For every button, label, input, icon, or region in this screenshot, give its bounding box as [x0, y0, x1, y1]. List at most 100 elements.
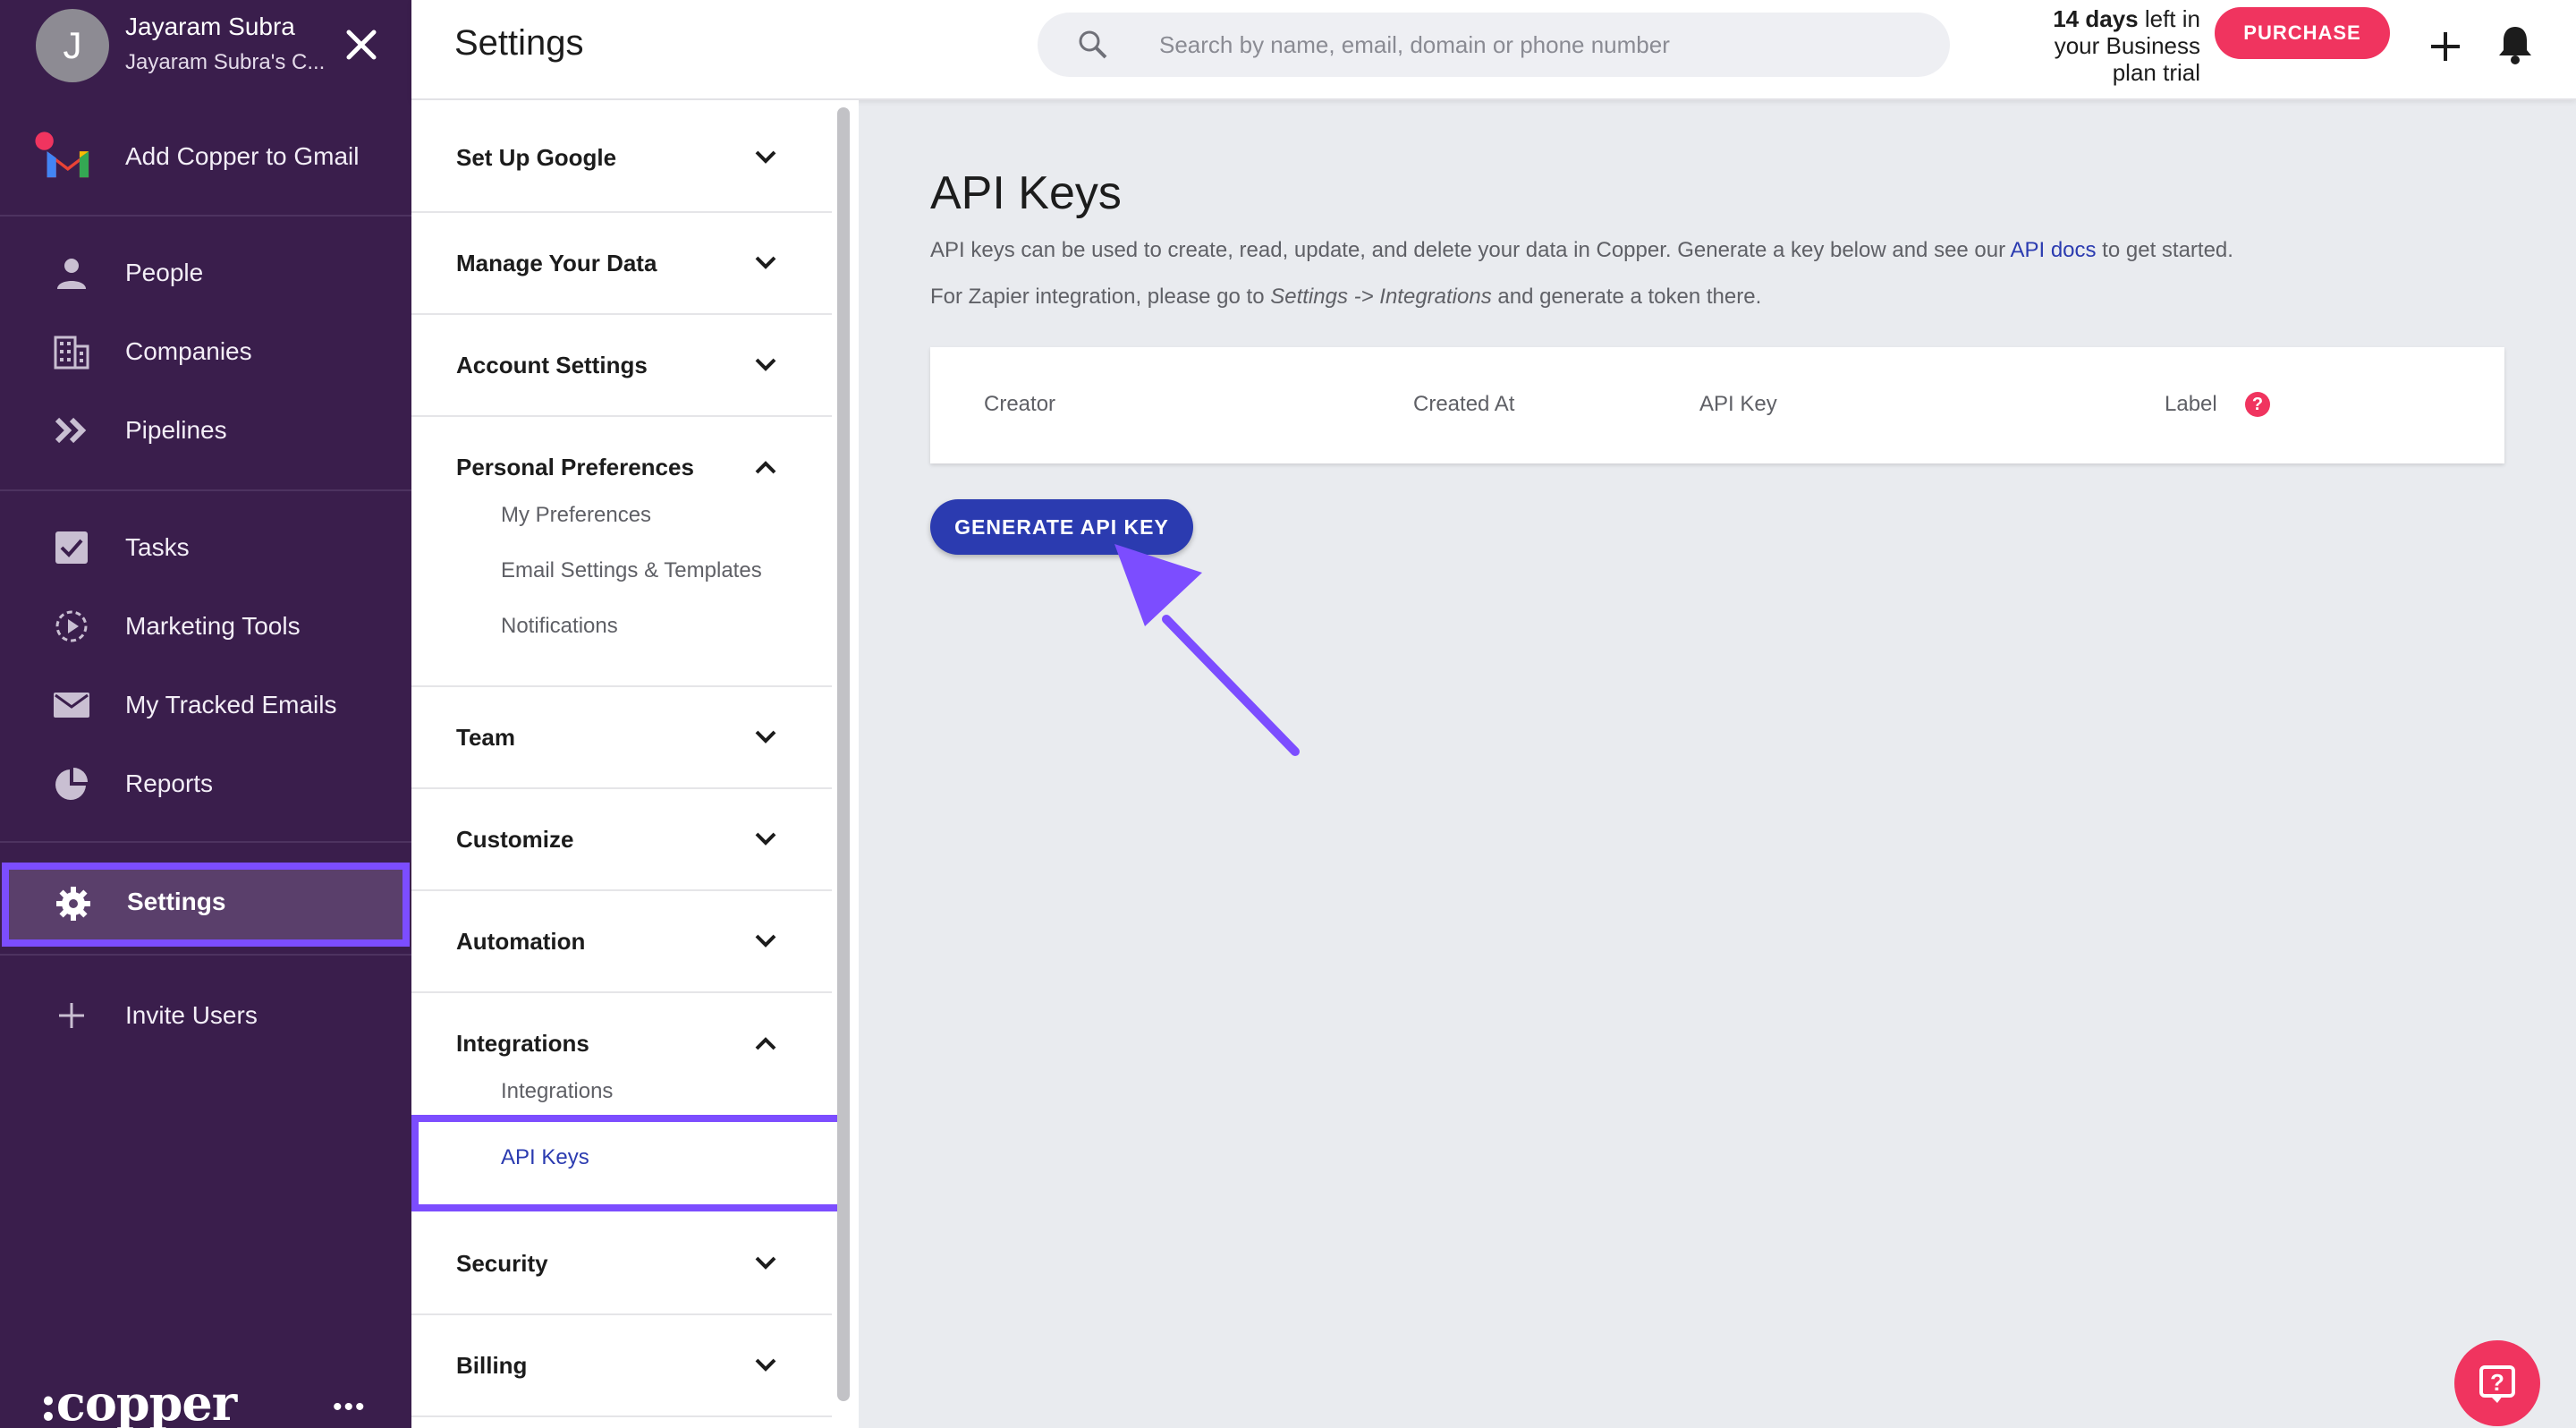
chevron-down-icon: [755, 150, 776, 164]
trial-days: 14 days: [2053, 5, 2139, 32]
user-header[interactable]: J Jayaram Subra Jayaram Subra's C...: [0, 0, 411, 98]
menu-link-notifications[interactable]: Notifications: [501, 614, 618, 639]
menu-section-security[interactable]: Security: [411, 1213, 832, 1315]
search-icon: [1079, 30, 1107, 59]
plus-icon: [59, 1003, 84, 1028]
menu-link-my-preferences[interactable]: My Preferences: [501, 503, 651, 528]
chevron-down-icon: [755, 832, 776, 846]
menu-section-customize[interactable]: Customize: [411, 789, 832, 891]
more-icon[interactable]: •••: [333, 1392, 367, 1423]
divider: [0, 215, 411, 217]
menu-section-title: Team: [456, 723, 515, 751]
close-icon[interactable]: [343, 27, 379, 63]
trial-text: your Business: [2054, 32, 2200, 59]
chevron-up-icon: [755, 461, 776, 474]
menu-section-account-settings[interactable]: Account Settings: [411, 315, 832, 417]
sidebar-item-label: Pipelines: [125, 416, 227, 444]
plus-icon[interactable]: [2426, 27, 2465, 66]
sidebar-item-label: Settings: [127, 888, 226, 915]
menu-section-billing[interactable]: Billing: [411, 1315, 832, 1417]
chevron-down-icon: [755, 934, 776, 948]
menu-link-label: API Keys: [501, 1145, 589, 1169]
menu-section-title: Manage Your Data: [456, 249, 657, 276]
purchase-button[interactable]: PURCHASE: [2215, 7, 2390, 59]
sidebar-item-label: Tasks: [125, 533, 190, 561]
sidebar-item-tracked-emails[interactable]: My Tracked Emails: [0, 669, 411, 741]
divider: [0, 954, 411, 956]
menu-section-personal-preferences[interactable]: Personal Preferences My Preferences Emai…: [411, 417, 832, 687]
column-header-api-key: API Key: [1699, 392, 1777, 416]
sidebar-item-companies[interactable]: Companies: [0, 316, 411, 387]
menu-section-title: Automation: [456, 927, 586, 955]
svg-text:?: ?: [2490, 1369, 2504, 1396]
user-name: Jayaram Subra: [125, 13, 295, 40]
trial-text: plan trial: [2112, 59, 2200, 86]
desc-text: and generate a token there.: [1491, 285, 1762, 309]
sidebar-item-settings[interactable]: Settings: [2, 863, 410, 947]
desc-text: For Zapier integration, please go to: [930, 285, 1271, 309]
sidebar-item-label: People: [125, 259, 204, 286]
help-chat-button[interactable]: ?: [2454, 1340, 2540, 1426]
bell-icon[interactable]: [2496, 23, 2535, 66]
menu-section-manage-data[interactable]: Manage Your Data: [411, 213, 832, 315]
search-bar[interactable]: [1038, 13, 1950, 77]
user-org: Jayaram Subra's C...: [125, 50, 326, 74]
question-chat-icon: ?: [2479, 1365, 2515, 1403]
sidebar-item-label: Companies: [125, 337, 252, 365]
menu-section-automation[interactable]: Automation: [411, 891, 832, 993]
desc-italic: Settings -> Integrations: [1270, 285, 1492, 309]
help-icon[interactable]: ?: [2245, 392, 2270, 417]
zapier-description: For Zapier integration, please go to Set…: [930, 285, 1761, 310]
top-bar: Settings 14 days left in your Business p…: [411, 0, 2576, 100]
gmail-icon: [35, 132, 89, 178]
menu-section-title: Account Settings: [456, 351, 648, 378]
sidebar-item-pipelines[interactable]: Pipelines: [0, 395, 411, 466]
menu-link-email-settings[interactable]: Email Settings & Templates: [501, 558, 762, 583]
divider: [0, 489, 411, 491]
gear-icon: [56, 887, 90, 921]
person-icon: [57, 259, 86, 289]
left-nav: J Jayaram Subra Jayaram Subra's C... Add…: [0, 0, 411, 1428]
menu-link-api-keys[interactable]: API Keys: [411, 1115, 846, 1211]
menu-section-title: Billing: [456, 1351, 528, 1379]
trial-notice: 14 days left in your Business plan trial: [1986, 5, 2200, 86]
copper-logo: :copper: [39, 1374, 237, 1428]
chevron-down-icon: [755, 730, 776, 744]
sidebar-item-people[interactable]: People: [0, 237, 411, 309]
api-docs-link[interactable]: API docs: [2010, 238, 2096, 262]
column-header-creator: Creator: [984, 392, 1056, 416]
add-copper-to-gmail[interactable]: Add Copper to Gmail: [0, 121, 411, 192]
menu-section-setup-google[interactable]: Set Up Google: [411, 100, 832, 213]
chevron-down-icon: [755, 358, 776, 371]
page-title: Settings: [454, 23, 584, 63]
avatar[interactable]: J: [36, 9, 109, 82]
building-icon: [54, 336, 89, 370]
divider: [0, 841, 411, 843]
api-keys-title: API Keys: [930, 167, 1122, 219]
trial-text: left in: [2138, 5, 2200, 32]
chevron-down-icon: [755, 1256, 776, 1270]
sidebar-item-marketing[interactable]: Marketing Tools: [0, 591, 411, 662]
settings-menu: Set Up Google Manage Your Data Account S…: [411, 100, 859, 1428]
sidebar-item-invite-users[interactable]: Invite Users: [0, 980, 411, 1051]
sidebar-item-label: Marketing Tools: [125, 612, 301, 640]
gmail-label: Add Copper to Gmail: [125, 142, 360, 170]
menu-section-title: Customize: [456, 825, 574, 853]
sidebar-item-tasks[interactable]: Tasks: [0, 512, 411, 583]
menu-link-integrations[interactable]: Integrations: [501, 1079, 613, 1104]
column-header-created-at: Created At: [1413, 392, 1515, 416]
search-input[interactable]: [1159, 27, 1911, 63]
api-description: API keys can be used to create, read, up…: [930, 238, 2233, 263]
checkbox-icon: [55, 531, 88, 564]
menu-section-team[interactable]: Team: [411, 687, 832, 789]
sidebar-item-label: Reports: [125, 769, 214, 797]
api-keys-table: Creator Created At API Key Label ?: [930, 347, 2504, 463]
menu-section-title: Security: [456, 1249, 548, 1277]
menu-scrollbar[interactable]: [837, 107, 850, 1401]
menu-section-title: Set Up Google: [456, 143, 617, 171]
sidebar-item-reports[interactable]: Reports: [0, 748, 411, 820]
desc-text: to get started.: [2096, 238, 2233, 262]
pie-chart-icon: [55, 768, 88, 800]
desc-text: API keys can be used to create, read, up…: [930, 238, 2011, 262]
chevron-down-icon: [755, 1358, 776, 1372]
